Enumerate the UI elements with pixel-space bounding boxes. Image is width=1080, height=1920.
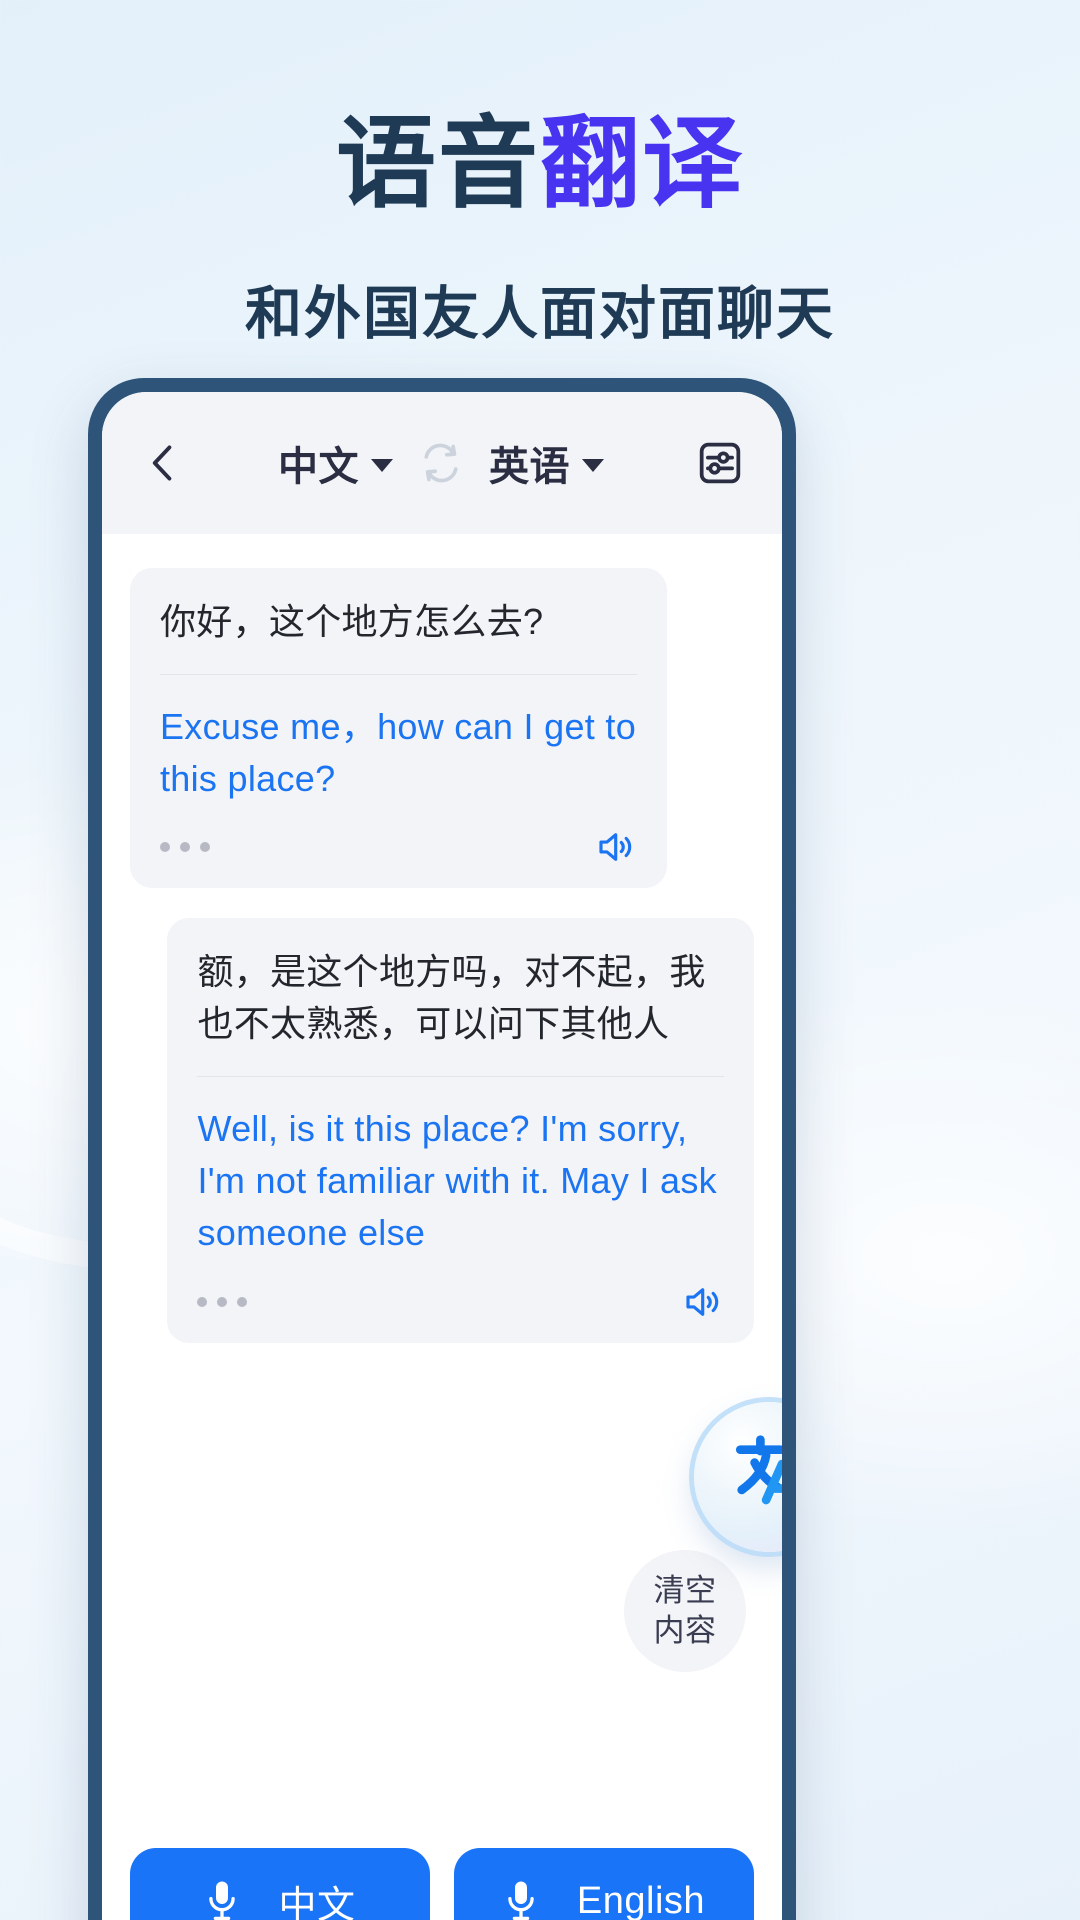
settings-button[interactable] [692,435,748,491]
message-source-text: 额，是这个地方吗，对不起，我也不太熟悉，可以问下其他人 [197,951,706,1045]
mic-button-target[interactable]: English [454,1848,754,1920]
message-source-text: 你好，这个地方怎么去? [160,601,544,642]
mic-button-source[interactable]: 中文 [130,1848,430,1920]
mic-button-target-label: English [576,1879,706,1920]
target-language-dropdown[interactable]: 英语 [489,434,604,492]
phone-mockup-frame: 中文 英语 你好，这个地方怎么去? Excuse me，how can I ge… [88,378,796,1920]
chevron-left-icon [152,445,172,481]
message-translation-text: Well, is it this place? I'm sorry, I'm n… [197,1108,717,1253]
chevron-down-icon [371,459,393,472]
mic-button-source-label: 中文 [278,1884,356,1920]
translate-wen-a-icon [735,1435,782,1505]
message-bubble[interactable]: 额，是这个地方吗，对不起，我也不太熟悉，可以问下其他人 Well, is it … [167,918,754,1343]
chevron-down-icon [582,459,604,472]
target-language-label: 英语 [489,445,570,489]
more-dots-icon[interactable] [197,1296,248,1307]
language-selector-group: 中文 英语 [190,434,692,492]
phone-screen: 中文 英语 你好，这个地方怎么去? Excuse me，how can I ge… [102,392,782,1920]
back-button[interactable] [136,436,190,490]
clear-content-wrapper: 清空 内容 [624,1550,746,1672]
message-bubble[interactable]: 你好，这个地方怎么去? Excuse me，how can I get to t… [130,568,667,889]
source-language-dropdown[interactable]: 中文 [278,434,393,492]
bubble-divider [160,673,637,675]
clear-content-line2: 内容 [653,1613,717,1648]
app-header: 中文 英语 [102,392,782,534]
clear-content-line1: 清空 [653,1572,717,1608]
page-title-accent: 翻译 [540,108,744,220]
microphone-icon [209,1881,236,1920]
page-subtitle: 和外国友人面对面聊天 [245,282,835,346]
sliders-settings-icon [699,442,741,484]
page-title: 语音翻译 [0,108,1080,220]
bubble-footer [160,826,637,868]
page-title-primary: 语音 [336,108,540,220]
message-translation-text: Excuse me，how can I get to this place? [160,705,637,799]
speaker-volume-icon[interactable] [593,826,637,868]
source-language-label: 中文 [278,445,359,489]
more-dots-icon[interactable] [160,842,210,853]
bubble-divider [197,1076,724,1078]
mic-button-bar: 中文 English [102,1848,782,1920]
microphone-icon [508,1881,534,1920]
message-row: 额，是这个地方吗，对不起，我也不太熟悉，可以问下其他人 Well, is it … [130,918,754,1343]
conversation-panel: 你好，这个地方怎么去? Excuse me，how can I get to t… [102,534,782,1848]
swap-languages-icon[interactable] [415,437,467,489]
clear-content-button[interactable]: 清空 内容 [624,1550,746,1672]
message-row: 你好，这个地方怎么去? Excuse me，how can I get to t… [130,568,754,889]
speaker-volume-icon[interactable] [680,1281,724,1323]
bubble-footer [197,1281,724,1323]
